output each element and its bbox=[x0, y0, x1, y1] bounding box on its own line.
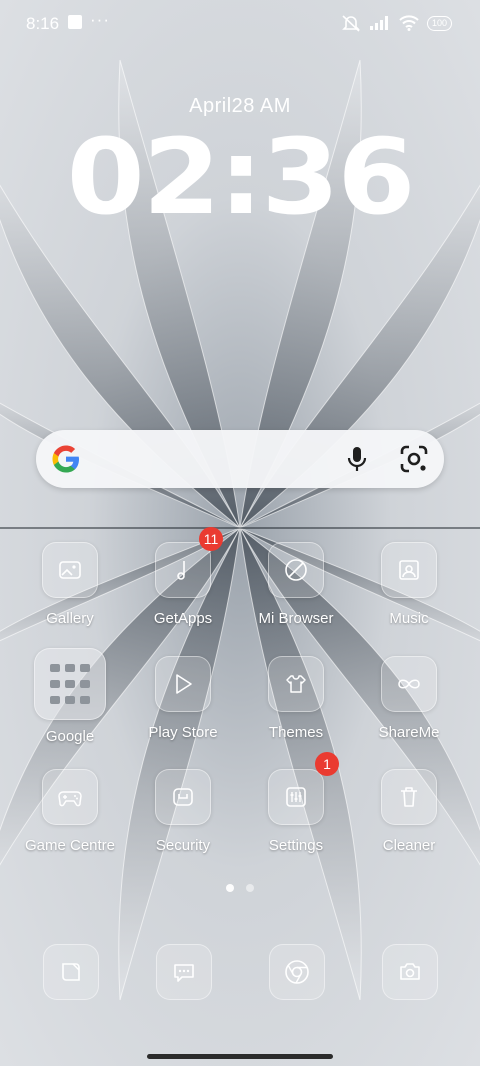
mute-icon bbox=[342, 15, 360, 32]
app-gallery[interactable]: Gallery bbox=[15, 542, 125, 627]
app-mi-browser[interactable]: Mi Browser bbox=[241, 542, 351, 627]
more-notifications-icon: ··· bbox=[90, 10, 110, 29]
app-cleaner[interactable]: Cleaner bbox=[354, 769, 464, 854]
app-label: Cleaner bbox=[382, 837, 436, 854]
status-bar: 8:16 ··· 100 bbox=[0, 0, 480, 48]
notification-badge: 11 bbox=[199, 527, 223, 551]
notification-badge: 1 bbox=[315, 752, 339, 776]
home-gesture-bar[interactable] bbox=[147, 1054, 333, 1059]
getapps-icon bbox=[155, 542, 211, 598]
app-label: Google bbox=[45, 728, 95, 745]
app-getapps[interactable]: GetApps bbox=[128, 542, 238, 627]
app-shareme[interactable]: ShareMe bbox=[354, 656, 464, 741]
phone-icon bbox=[62, 963, 80, 981]
settings-icon bbox=[268, 769, 324, 825]
security-icon bbox=[155, 769, 211, 825]
app-label: Mi Browser bbox=[258, 610, 334, 627]
battery-indicator: 100 bbox=[426, 15, 452, 31]
app-security[interactable]: Security bbox=[128, 769, 238, 854]
dock-chrome[interactable] bbox=[269, 944, 325, 1000]
app-music[interactable]: Music bbox=[354, 542, 464, 627]
trash-icon bbox=[381, 769, 437, 825]
page-dot[interactable] bbox=[246, 884, 254, 892]
play-store-icon bbox=[155, 656, 211, 712]
dock-camera[interactable] bbox=[382, 944, 438, 1000]
app-label: Play Store bbox=[148, 724, 218, 741]
app-label: Music bbox=[389, 610, 429, 627]
microphone-icon[interactable] bbox=[342, 444, 372, 474]
music-icon bbox=[381, 542, 437, 598]
status-time: 8:16 bbox=[26, 14, 60, 33]
camera-icon bbox=[400, 963, 420, 980]
app-label: Settings bbox=[268, 837, 324, 854]
app-label: GetApps bbox=[153, 610, 213, 627]
dock-messages[interactable] bbox=[156, 944, 212, 1000]
google-lens-icon[interactable] bbox=[398, 444, 430, 474]
wifi-icon bbox=[399, 15, 419, 31]
browser-icon bbox=[268, 542, 324, 598]
page-indicator bbox=[226, 884, 254, 892]
app-themes[interactable]: Themes bbox=[241, 656, 351, 741]
app-label: Game Centre bbox=[24, 837, 116, 854]
google-logo-icon bbox=[52, 445, 79, 473]
clock: 02:36 bbox=[66, 116, 416, 238]
app-settings[interactable]: Settings bbox=[241, 769, 351, 854]
signal-icon bbox=[369, 16, 388, 30]
google-search-bar[interactable] bbox=[36, 430, 444, 488]
chrome-icon bbox=[285, 960, 309, 984]
app-label: Security bbox=[155, 837, 211, 854]
page-dot-active[interactable] bbox=[226, 884, 234, 892]
app-label: Themes bbox=[268, 724, 324, 741]
dock-phone[interactable] bbox=[43, 944, 99, 1000]
date-label: April28 AM bbox=[189, 95, 291, 117]
shareme-icon bbox=[381, 656, 437, 712]
app-label: ShareMe bbox=[378, 724, 440, 741]
app-label: Gallery bbox=[46, 610, 94, 627]
status-icons: 100 bbox=[341, 14, 452, 32]
app-game-centre[interactable]: Game Centre bbox=[15, 769, 125, 854]
gamepad-icon bbox=[42, 769, 98, 825]
gallery-icon bbox=[42, 542, 98, 598]
themes-icon bbox=[268, 656, 324, 712]
google-folder-icon bbox=[34, 648, 106, 720]
notification-square-icon bbox=[68, 15, 82, 29]
messages-icon bbox=[174, 964, 194, 982]
app-google-folder[interactable]: Google bbox=[15, 648, 125, 745]
app-play-store[interactable]: Play Store bbox=[128, 656, 238, 741]
